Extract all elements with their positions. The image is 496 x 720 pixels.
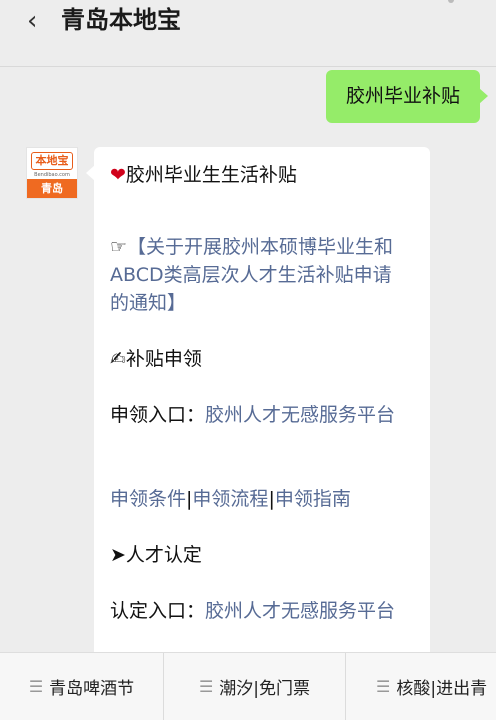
avatar-site-text: Bendibao.com (34, 172, 70, 178)
notice-link[interactable]: 【关于开展胶州本硕博毕业生和ABCD类高层次人才生活补贴申请的通知】 (110, 236, 393, 314)
writing-hand-icon: ✍ (110, 348, 126, 370)
section-apply-heading: ✍补贴申领 (110, 348, 202, 370)
apply-links-row: 申领条件|申领流程|申领指南 (110, 485, 351, 513)
menu-icon: ☰ (28, 677, 44, 696)
recognize-entry-block: 认定入口：胶州人才无感服务平台 (110, 597, 410, 625)
section-recognize-heading: ➤人才认定 (110, 544, 202, 566)
status-indicator (448, 0, 454, 3)
menu-item-tide-tickets[interactable]: ☰ 潮汐|免门票 (164, 653, 345, 720)
notice-link-block[interactable]: ☞【关于开展胶州本硕博毕业生和ABCD类高层次人才生活补贴申请的通知】 (110, 233, 410, 317)
heart-icon: ❤ (110, 164, 126, 186)
link-guide[interactable]: 申领指南 (275, 488, 351, 510)
avatar-brand-logo: 本地宝 (31, 152, 73, 170)
apply-entry-link[interactable]: 胶州人才无感服务平台 (205, 404, 395, 426)
link-conditions[interactable]: 申领条件 (110, 488, 186, 510)
apply-entry-block: 申领入口：胶州人才无感服务平台 (110, 401, 410, 429)
menu-icon: ☰ (376, 677, 391, 696)
bottom-menu-bar: ☰ 青岛啤酒节 ☰ 潮汐|免门票 ☰ 核酸|进出青 (0, 652, 496, 720)
header-bar: ‹ 青岛本地宝 (0, 0, 496, 67)
chat-title: 青岛本地宝 (61, 6, 181, 34)
arrow-icon: ➤ (110, 544, 126, 566)
apply-entry-label: 申领入口： (110, 404, 206, 426)
menu-icon: ☰ (198, 677, 214, 696)
avatar[interactable]: 本地宝 Bendibao.com 青岛 (26, 147, 78, 199)
pointing-hand-icon: ☞ (110, 236, 128, 258)
message-heading: ❤胶州毕业生生活补贴 (110, 164, 297, 186)
outgoing-message-text: 胶州毕业补贴 (345, 85, 460, 107)
menu-item-beer-festival[interactable]: ☰ 青岛啤酒节 (0, 653, 163, 720)
back-arrow-icon[interactable]: ‹ (27, 6, 37, 36)
menu-item-covid-travel[interactable]: ☰ 核酸|进出青 (346, 653, 496, 720)
link-process[interactable]: 申领流程 (192, 488, 268, 510)
recognize-entry-link[interactable]: 胶州人才无感服务平台 (205, 600, 395, 622)
recognize-entry-label: 认定入口： (110, 600, 206, 622)
outgoing-message-bubble[interactable]: 胶州毕业补贴 (326, 70, 488, 123)
incoming-message-bubble: ❤胶州毕业生生活补贴 ☞【关于开展胶州本硕博毕业生和ABCD类高层次人才生活补贴… (86, 147, 430, 667)
avatar-city-label: 青岛 (27, 179, 77, 198)
